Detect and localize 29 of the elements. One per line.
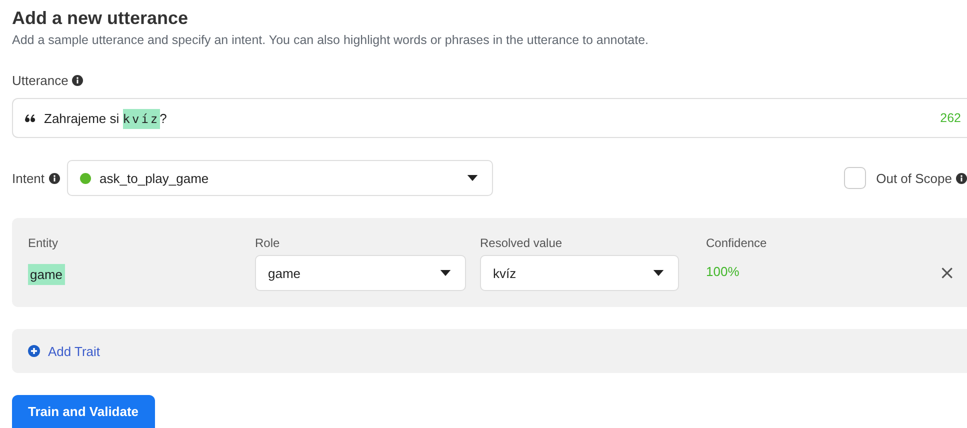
utterance-field[interactable]: Zahrajeme si kvíz? 262	[12, 98, 967, 138]
column-header: Confidence	[706, 236, 767, 250]
column-header: Resolved value	[480, 236, 562, 250]
confidence-value: 100%	[706, 264, 740, 279]
checkbox[interactable]	[844, 167, 866, 189]
info-icon	[48, 172, 60, 184]
quote-icon	[25, 114, 36, 122]
value-dropdown[interactable]: kvíz	[480, 255, 679, 291]
caret-icon	[653, 270, 664, 276]
field-label: Intent	[12, 170, 45, 186]
field-label: Utterance	[12, 73, 68, 88]
column-header: Role	[255, 236, 280, 250]
page-title: Add a new utterance	[12, 8, 190, 29]
remove-button[interactable]: ×	[937, 262, 957, 284]
info-icon	[956, 172, 967, 184]
add-trait-button[interactable]: Add Trait	[28, 344, 100, 358]
role-dropdown[interactable]: game	[255, 255, 466, 291]
intent-dropdown[interactable]: ask_to_play_game	[66, 160, 493, 196]
entity-tag: game	[28, 264, 65, 285]
page-description: Add a sample utterance and specify an intent. You can also highlight words or phrases in the utterance to annotate.	[12, 33, 650, 47]
column-header: Entity	[28, 236, 58, 250]
checkbox-label: Out of Scope	[876, 170, 952, 186]
character-count: 262	[940, 111, 961, 125]
caret-icon	[466, 175, 478, 181]
utterance-text: Zahrajeme si kvíz?	[44, 110, 167, 126]
caret-icon	[440, 270, 451, 276]
plus-icon	[28, 345, 40, 357]
train-button[interactable]: Train and Validate	[12, 395, 155, 428]
info-icon	[72, 75, 84, 86]
